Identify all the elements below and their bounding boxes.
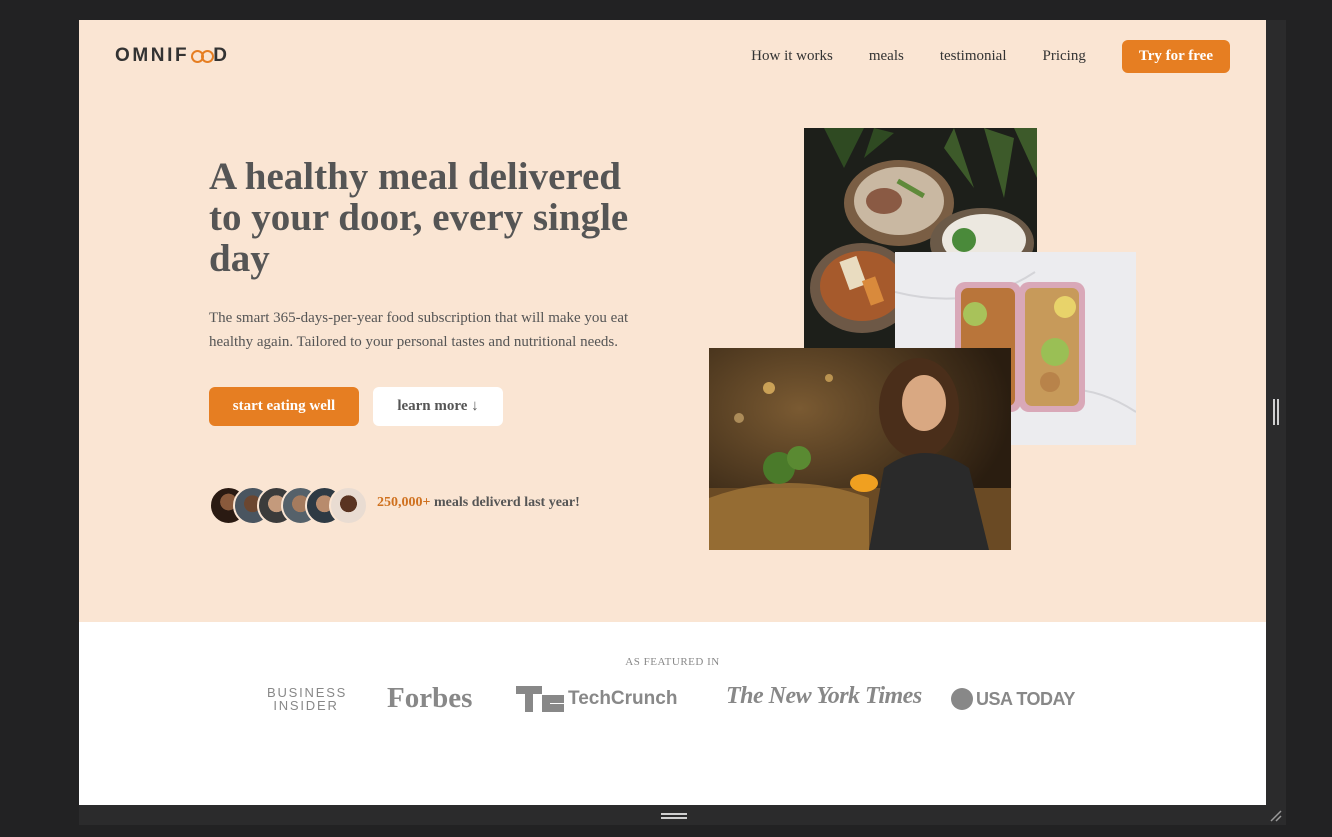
omnifood-logo[interactable]: OMNIF D — [115, 45, 230, 67]
nav-how-it-works[interactable]: How it works — [751, 48, 833, 65]
new-york-times-logo: The New York Times — [726, 683, 922, 709]
try-for-free-button[interactable]: Try for free — [1121, 40, 1230, 73]
main-nav: How it works meals testimonial Pricing T… — [751, 40, 1230, 73]
delivered-label: meals deliverd last year! — [430, 495, 580, 510]
start-eating-well-button[interactable]: start eating well — [209, 387, 359, 426]
logo-text-suffix: D — [213, 45, 230, 66]
avatar — [329, 486, 368, 525]
vertical-resize-handle[interactable] — [1273, 399, 1280, 425]
hero-description: The smart 365-days-per-year food subscri… — [209, 310, 629, 350]
resize-corner-icon[interactable] — [1269, 809, 1283, 823]
usa-today-wordmark: USA TODAY — [976, 688, 1075, 709]
woman-eating-photo — [709, 348, 1011, 550]
nav-pricing[interactable]: Pricing — [1043, 48, 1086, 65]
logo-rings-icon — [191, 49, 215, 63]
hero-headline: A healthy meal delivered to your door, e… — [209, 155, 629, 280]
hero-section: OMNIF D How it works meals testimonial P… — [79, 20, 1266, 622]
horizontal-resize-handle[interactable] — [661, 813, 687, 819]
techcrunch-logo: TechCrunch — [516, 686, 677, 712]
techcrunch-icon — [516, 686, 564, 712]
browser-viewport: OMNIF D How it works meals testimonial P… — [79, 20, 1266, 805]
usa-today-logo: USA TODAY — [951, 688, 1075, 710]
delivered-count: 250,000+ — [377, 495, 431, 510]
learn-more-button[interactable]: learn more ↓ — [373, 387, 503, 426]
featured-in-heading: AS FEATURED IN — [625, 656, 720, 668]
nav-meals[interactable]: meals — [869, 48, 904, 65]
business-insider-logo: BUSINESS INSIDER — [267, 685, 348, 713]
usa-today-circle-icon — [951, 688, 973, 710]
nav-testimonial[interactable]: testimonial — [940, 48, 1007, 65]
forbes-logo: Forbes — [387, 682, 473, 714]
logo-text-prefix: OMNIF — [115, 45, 190, 66]
techcrunch-wordmark: TechCrunch — [568, 688, 678, 709]
meals-delivered-stat: 250,000+ meals deliverd last year! — [377, 495, 580, 511]
